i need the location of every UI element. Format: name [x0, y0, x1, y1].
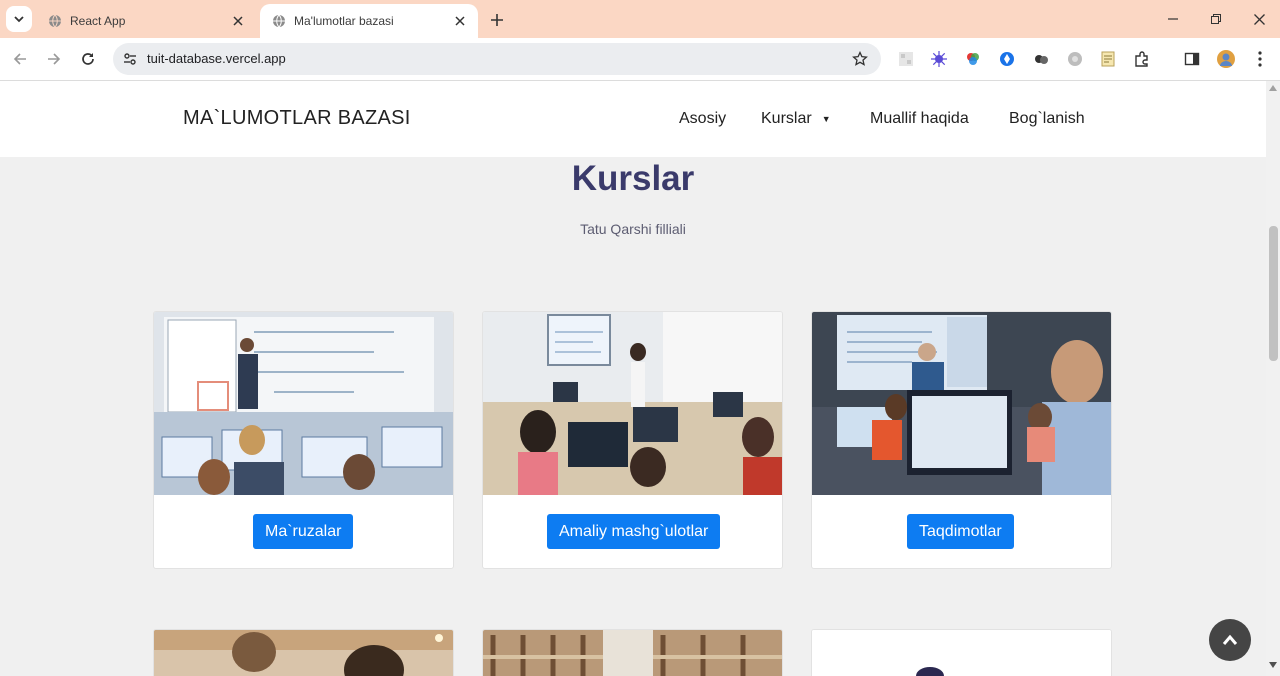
reload-button[interactable] — [77, 48, 99, 70]
extension-sun-icon[interactable] — [930, 50, 948, 68]
tab-strip: React App Ma'lumotlar bazasi — [0, 0, 1280, 38]
course-card-row2-1 — [153, 629, 454, 676]
computer-lab-photo — [483, 312, 782, 495]
course-card-amaliy-mashgulotlar: Amaliy mashg`ulotlar — [482, 311, 783, 569]
scrollbar-thumb[interactable] — [1269, 226, 1278, 361]
amaliy-mashgulotlar-button[interactable]: Amaliy mashg`ulotlar — [547, 514, 721, 549]
reload-icon — [82, 53, 94, 65]
tab-malumotlar-bazasi[interactable]: Ma'lumotlar bazasi — [260, 4, 478, 38]
page-scrollbar[interactable] — [1266, 81, 1280, 676]
arrow-right-icon — [48, 53, 61, 65]
presentation-photo — [812, 312, 1111, 495]
side-panel-icon[interactable] — [1183, 50, 1201, 68]
illustration-image — [812, 630, 1111, 676]
chevron-down-icon — [14, 16, 24, 23]
caret-down-icon: ▼ — [821, 113, 831, 124]
bookmark-star-icon[interactable] — [851, 50, 869, 68]
nav-item-muallif-haqida[interactable]: Muallif haqida — [870, 110, 969, 128]
plus-icon — [491, 14, 503, 26]
extension-grid-icon[interactable] — [897, 50, 915, 68]
site-settings-icon[interactable] — [121, 50, 139, 68]
restore-icon — [1211, 14, 1221, 24]
course-card-maruzalar: Ma`ruzalar — [153, 311, 454, 569]
nav-item-asosiy[interactable]: Asosiy — [679, 110, 726, 128]
taqdimotlar-button[interactable]: Taqdimotlar — [907, 514, 1014, 549]
tab-title: React App — [70, 14, 126, 28]
chevron-up-icon — [1222, 634, 1238, 645]
scroll-down-arrow-icon[interactable] — [1269, 662, 1277, 668]
tab-title: Ma'lumotlar bazasi — [294, 14, 394, 28]
globe-icon — [49, 14, 61, 28]
scroll-up-arrow-icon[interactable] — [1269, 85, 1277, 91]
nav-item-kurslar[interactable]: Kurslar ▼ — [761, 110, 831, 128]
students-photo — [154, 630, 453, 676]
back-to-top-button[interactable] — [1209, 619, 1251, 661]
close-icon — [1253, 13, 1265, 25]
address-bar[interactable]: tuit-database.vercel.app — [113, 43, 881, 75]
course-card-taqdimotlar: Taqdimotlar — [811, 311, 1112, 569]
new-tab-button[interactable] — [486, 9, 508, 31]
maruzalar-button[interactable]: Ma`ruzalar — [253, 514, 354, 549]
extension-drop-icon[interactable] — [998, 50, 1016, 68]
profile-avatar-icon[interactable] — [1217, 50, 1235, 68]
tab-search-button[interactable] — [6, 6, 32, 32]
extensions-puzzle-icon[interactable] — [1133, 50, 1151, 68]
close-window-button[interactable] — [1247, 8, 1271, 30]
extension-doc-icon[interactable] — [1099, 50, 1117, 68]
site-brand[interactable]: MA`LUMOTLAR BAZASI — [183, 107, 411, 130]
browser-toolbar: tuit-database.vercel.app — [0, 38, 1280, 81]
course-card-row2-3 — [811, 629, 1112, 676]
page-subtitle: Tatu Qarshi filliali — [580, 221, 686, 237]
tab-react-app[interactable]: React App — [36, 4, 256, 38]
back-button[interactable] — [9, 48, 31, 70]
course-card-row2-2 — [482, 629, 783, 676]
page-viewport: MA`LUMOTLAR BAZASI Asosiy Kurslar ▼ Muall… — [0, 81, 1266, 676]
minimize-button[interactable] — [1161, 8, 1185, 30]
minimize-icon — [1168, 18, 1178, 20]
close-icon[interactable] — [452, 13, 468, 29]
forward-button[interactable] — [43, 48, 65, 70]
restore-button[interactable] — [1204, 8, 1228, 30]
extension-link-icon[interactable] — [1032, 50, 1050, 68]
site-navbar: MA`LUMOTLAR BAZASI Asosiy Kurslar ▼ Muall… — [0, 81, 1266, 157]
extension-gray-icon[interactable] — [1066, 50, 1084, 68]
nav-item-boglanish[interactable]: Bog`lanish — [1009, 110, 1085, 128]
url-text: tuit-database.vercel.app — [147, 51, 286, 66]
globe-icon — [273, 14, 285, 28]
close-icon[interactable] — [230, 13, 246, 29]
lecture-classroom-photo — [154, 312, 453, 495]
nav-item-label: Kurslar — [761, 110, 812, 127]
page-title: Kurslar — [571, 159, 695, 198]
library-photo — [483, 630, 782, 676]
arrow-left-icon — [13, 53, 26, 65]
extension-color-picker-icon[interactable] — [964, 50, 982, 68]
more-menu-icon[interactable] — [1251, 50, 1269, 68]
